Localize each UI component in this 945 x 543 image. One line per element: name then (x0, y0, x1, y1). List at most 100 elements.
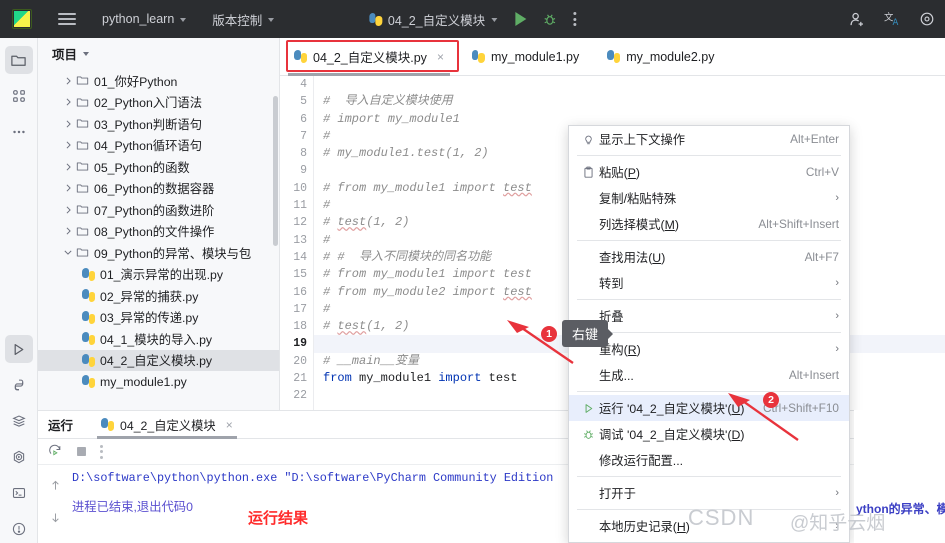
editor-gutter: 4 5 6 7 8 9 10 11 12 13 14 15 16 17 18 19 20 21 22 (280, 76, 314, 410)
context-menu-item[interactable]: 列选择模式(M) Alt+Shift+Insert (569, 211, 849, 237)
chevron-right-icon[interactable] (60, 184, 76, 192)
chevron-right-icon[interactable] (60, 163, 76, 171)
chevron-right-icon[interactable] (60, 120, 76, 128)
titlebar-right-icons: 文 A (849, 11, 935, 28)
tree-item-label: 06_Python的数据容器 (94, 182, 215, 197)
vcs-dropdown[interactable]: 版本控制 (212, 10, 275, 29)
tree-item[interactable]: 01_演示异常的出现.py (38, 264, 279, 286)
problems-icon[interactable] (5, 515, 33, 543)
terminal-icon[interactable] (5, 479, 33, 507)
structure-icon[interactable] (5, 82, 33, 110)
close-icon[interactable]: × (437, 50, 444, 64)
console-nav-buttons (38, 465, 72, 543)
tree-item[interactable]: 08_Python的文件操作 (38, 221, 279, 243)
python-packages-icon[interactable] (5, 371, 33, 399)
context-menu-item[interactable]: 打开于 › (569, 480, 849, 506)
tree-item[interactable]: my_module1.py (38, 371, 279, 393)
editor-tab-label: my_module1.py (490, 49, 580, 64)
run-icon[interactable] (4, 335, 33, 363)
close-icon[interactable]: × (226, 418, 233, 432)
tree-item[interactable]: 04_1_模块的导入.py (38, 328, 279, 350)
python-file-icon (294, 50, 307, 63)
tree-item[interactable]: 04_2_自定义模块.py (38, 349, 279, 371)
run-panel-title: 运行 (48, 419, 74, 433)
translate-icon[interactable]: 文 A (884, 11, 901, 28)
context-menu-item-label: 修改运行配置... (599, 454, 684, 468)
context-menu-item-shortcut: Alt+Insert (788, 368, 839, 382)
chevron-down-icon[interactable] (60, 249, 76, 256)
chevron-right-icon[interactable] (60, 227, 76, 235)
database-icon[interactable] (5, 407, 33, 435)
editor-tab[interactable]: my_module2.py (593, 38, 728, 76)
more-tools-icon[interactable] (5, 118, 33, 146)
arrow-down-icon[interactable] (49, 511, 62, 529)
editor-tab[interactable]: 04_2_自定义模块.py × (280, 38, 458, 76)
run-configuration-selector[interactable]: 04_2_自定义模块 (368, 10, 498, 29)
tree-item-label: 04_Python循环语句 (94, 139, 202, 154)
add-user-icon[interactable] (849, 11, 866, 28)
context-menu-item[interactable]: 显示上下文操作 Alt+Enter (569, 126, 849, 152)
tree-item[interactable]: 05_Python的函数 (38, 156, 279, 178)
code-token: # import my_module1 (323, 111, 460, 126)
settings-gear-icon[interactable] (919, 11, 935, 27)
tree-item[interactable]: 03_异常的传递.py (38, 307, 279, 329)
code-token: # (323, 301, 331, 316)
project-folder-icon[interactable] (4, 46, 33, 74)
rerun-icon[interactable] (48, 444, 63, 459)
chevron-right-icon[interactable] (60, 206, 76, 214)
more-vertical-icon[interactable] (100, 444, 103, 459)
tree-item[interactable]: 07_Python的函数进阶 (38, 199, 279, 221)
folder-icon (76, 139, 94, 152)
context-menu-item[interactable]: 转到 › (569, 270, 849, 296)
project-scrollbar[interactable] (273, 96, 278, 246)
context-menu-item[interactable]: 生成... Alt+Insert (569, 362, 849, 388)
tree-item[interactable]: 02_异常的捕获.py (38, 285, 279, 307)
chevron-right-icon[interactable] (60, 77, 76, 85)
run-session-tab[interactable]: 04_2_自定义模块 × (93, 411, 241, 439)
code-token: # my_module1.test(1, 2) (323, 146, 489, 161)
tree-item-label: 04_2_自定义模块.py (100, 354, 213, 369)
line-number: 13 (293, 233, 307, 247)
context-menu-item[interactable]: 重构(R) › (569, 336, 849, 362)
context-menu-item[interactable]: 查找用法(U) Alt+F7 (569, 244, 849, 270)
code-token: # (323, 128, 331, 143)
hamburger-menu-icon[interactable] (58, 13, 76, 25)
tree-item[interactable]: 04_Python循环语句 (38, 135, 279, 157)
more-vertical-icon[interactable] (573, 12, 577, 26)
stop-icon[interactable] (75, 445, 88, 458)
code-token: # (323, 198, 331, 213)
code-token: # (323, 232, 331, 247)
tree-item[interactable]: 03_Python判断语句 (38, 113, 279, 135)
context-menu-item[interactable]: 调试 '04_2_自定义模块'(D) (569, 421, 849, 447)
code-line[interactable] (314, 76, 945, 93)
debug-bug-icon[interactable] (542, 12, 557, 27)
pycharm-window: python_learn 版本控制 04_2_自定义模块 文 A 项目 01_你… (0, 0, 945, 543)
services-icon[interactable] (5, 443, 33, 471)
context-menu-item[interactable]: 粘贴(P) Ctrl+V (569, 159, 849, 185)
line-number: 22 (293, 389, 307, 403)
context-menu-item[interactable]: 折叠 › (569, 303, 849, 329)
folder-icon (76, 96, 94, 109)
tree-item[interactable]: 02_Python入门语法 (38, 92, 279, 114)
project-name-dropdown[interactable]: python_learn (102, 12, 187, 26)
context-menu-item[interactable]: 复制/粘贴特殊 › (569, 185, 849, 211)
context-menu-item[interactable]: 修改运行配置... (569, 447, 849, 473)
code-line[interactable]: # 导入自定义模块使用 (314, 93, 945, 110)
tree-item[interactable]: 09_Python的异常、模块与包 (38, 242, 279, 264)
run-triangle-icon[interactable] (515, 12, 527, 26)
tree-item-label: 02_Python入门语法 (94, 96, 202, 111)
project-panel-header[interactable]: 项目 (38, 38, 279, 68)
code-token: (1, 2) (366, 319, 410, 334)
context-menu-item-label: 生成... (599, 369, 634, 383)
editor-tab[interactable]: my_module1.py (458, 38, 593, 76)
tree-item[interactable]: 01_你好Python (38, 70, 279, 92)
context-menu-item[interactable]: 运行 '04_2_自定义模块'(U) Ctrl+Shift+F10 (569, 395, 849, 421)
arrow-up-icon[interactable] (49, 479, 62, 497)
chevron-right-icon[interactable] (60, 141, 76, 149)
line-number: 8 (300, 147, 307, 161)
tree-item[interactable]: 06_Python的数据容器 (38, 178, 279, 200)
chevron-right-icon[interactable] (60, 98, 76, 106)
project-panel-title: 项目 (52, 47, 78, 62)
run-triangle-icon (577, 402, 599, 415)
line-number: 11 (293, 199, 307, 213)
